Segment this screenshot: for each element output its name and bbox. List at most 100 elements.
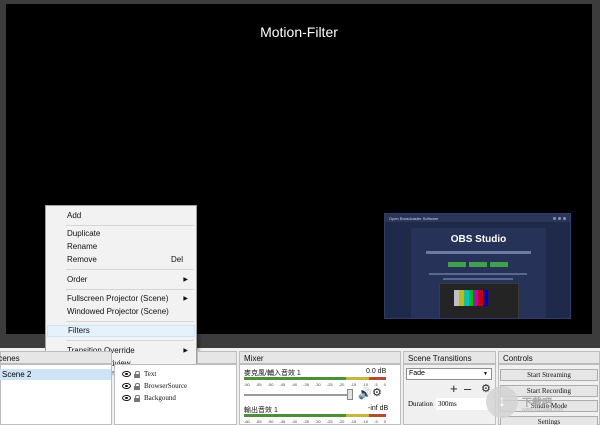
add-transition-button[interactable]: +	[450, 382, 458, 395]
meter-tick-label: -40	[291, 382, 298, 387]
color-bar	[483, 290, 489, 306]
mixer-channel-level: -inf dB	[368, 405, 389, 412]
meter-tick-label: -30	[314, 419, 321, 424]
meter-tick-label: -35	[303, 382, 309, 387]
meter-tick-label: -50	[267, 382, 274, 387]
source-item-browsersource[interactable]: BrowserSource	[122, 381, 187, 391]
menu-item-label: Duplicate	[67, 229, 101, 238]
speaker-icon[interactable]: 🔊	[358, 389, 372, 400]
chevron-down-icon: ▼	[483, 371, 488, 377]
meter-tick-label: 0	[383, 419, 386, 424]
controls-dock-header: Controls	[498, 351, 600, 364]
eye-icon[interactable]	[122, 383, 131, 389]
shortcut-del: Del	[170, 255, 183, 264]
scene-item[interactable]: Scene 2	[0, 369, 111, 380]
meter-ticks: -60 -55 -50 -45 -40 -35 -30 -25 -20 -15 -10 -5 0	[244, 419, 386, 424]
menu-item-label: Remove	[67, 255, 97, 264]
watermark-url: www.xiazaiba.com	[522, 407, 564, 413]
lock-icon[interactable]	[134, 370, 140, 378]
meter-tick-label: -35	[303, 419, 309, 424]
meter-tick-label: -20	[338, 419, 345, 424]
volume-slider-thumb[interactable]	[347, 389, 353, 400]
transition-select[interactable]: Fade ▼	[406, 368, 492, 380]
volume-slider-track[interactable]	[244, 394, 352, 396]
volume-meter	[244, 414, 386, 417]
menu-separator	[66, 289, 194, 290]
meter-tick-label: -40	[291, 419, 298, 424]
thumb-screenshot	[439, 283, 519, 318]
thumb-text-line	[429, 273, 527, 275]
scene-item-label: Scene 2	[2, 370, 32, 379]
meter-tick-label: -15	[350, 419, 357, 424]
menu-item-duplicate[interactable]: Duplicate	[47, 228, 195, 240]
menu-separator	[66, 269, 194, 270]
menu-item-add[interactable]: Add	[47, 210, 195, 222]
menu-item-rename[interactable]: Rename	[47, 241, 195, 253]
transitions-dock-header: Scene Transitions	[403, 351, 496, 364]
source-label: Backgound	[144, 394, 176, 402]
watermark-logo-icon: ↓	[486, 386, 518, 418]
meter-tick-label: -25	[326, 419, 333, 424]
transition-select-value: Fade	[409, 370, 425, 377]
thumb-subtitle-line	[426, 251, 531, 254]
thumb-titlebar: Open Broadcaster Software	[385, 214, 570, 222]
scenes-dock-header: Scenes	[0, 351, 112, 364]
menu-item-order[interactable]: Order ▶	[47, 274, 195, 286]
mixer-dock-header: Mixer	[239, 351, 401, 364]
menu-item-windowed-projector[interactable]: Windowed Projector (Scene)	[47, 306, 195, 318]
menu-item-filters[interactable]: Filters	[47, 325, 195, 337]
meter-tick-label: -45	[279, 419, 286, 424]
menu-separator	[66, 225, 194, 226]
duration-label: Duration	[408, 400, 433, 408]
lock-icon[interactable]	[134, 382, 140, 390]
meter-tick-label: -15	[350, 382, 357, 387]
menu-item-label: Rename	[67, 242, 98, 251]
lock-icon[interactable]	[134, 394, 140, 402]
scenes-header-label: Scenes	[0, 354, 20, 363]
meter-ticks: -60 -55 -50 -45 -40 -35 -30 -25 -20 -15 -10 -5 0	[244, 382, 386, 387]
meter-tick-label: -60	[244, 419, 250, 424]
mixer-channel-level: 0.0 dB	[366, 368, 387, 375]
source-item-backgound[interactable]: Backgound	[122, 393, 176, 403]
submenu-arrow-icon: ▶	[183, 348, 188, 354]
source-item-text[interactable]: Text	[122, 369, 156, 379]
eye-icon[interactable]	[122, 371, 131, 377]
meter-tick-label: -30	[314, 382, 321, 387]
submenu-arrow-icon: ▶	[183, 296, 188, 302]
meter-tick-label: -50	[267, 419, 274, 424]
menu-item-remove[interactable]: Remove Del	[47, 254, 195, 266]
menu-separator	[66, 340, 194, 341]
thumb-window-controls	[553, 216, 566, 220]
meter-tick-label: -45	[279, 382, 286, 387]
menu-item-fullscreen-projector[interactable]: Fullscreen Projector (Scene) ▶	[47, 293, 195, 305]
meter-tick-label: -10	[362, 382, 369, 387]
settings-button[interactable]: Settings	[500, 416, 598, 425]
meter-tick-label: -25	[326, 382, 333, 387]
thumb-title: OBS Studio	[450, 234, 507, 245]
controls-header-label: Controls	[503, 354, 533, 363]
gear-icon[interactable]: ⚙	[372, 388, 382, 399]
thumb-text-line	[443, 278, 513, 280]
menu-item-label: Order	[67, 275, 88, 284]
meter-tick-label: -55	[255, 419, 262, 424]
sources-dock-header	[197, 351, 237, 364]
submenu-arrow-icon: ▶	[183, 277, 188, 283]
meter-tick-label: 0	[383, 382, 386, 387]
meter-tick-label: -20	[338, 382, 345, 387]
obs-window: Motion-Filter Open Broadcaster Software …	[0, 0, 600, 425]
browser-source-preview[interactable]: Open Broadcaster Software OBS Studio	[384, 213, 571, 319]
eye-icon[interactable]	[122, 395, 131, 401]
thumb-content: OBS Studio	[411, 228, 546, 318]
remove-transition-button[interactable]: –	[464, 382, 471, 395]
menu-item-label: Fullscreen Projector (Scene)	[67, 294, 169, 303]
thumb-download-buttons	[448, 262, 508, 267]
meter-tick-label: -60	[244, 382, 250, 387]
meter-tick-label: -10	[362, 419, 369, 424]
thumb-titlebar-text: Open Broadcaster Software	[389, 215, 439, 221]
menu-item-label: Filters	[68, 326, 90, 335]
meter-tick-label: -5	[374, 419, 378, 424]
start-streaming-button[interactable]: Start Streaming	[500, 369, 598, 381]
scene-context-menu: Add Duplicate Rename Remove Del Order ▶ Fu…	[45, 205, 197, 372]
source-label: BrowserSource	[144, 382, 188, 390]
volume-meter	[244, 377, 386, 380]
